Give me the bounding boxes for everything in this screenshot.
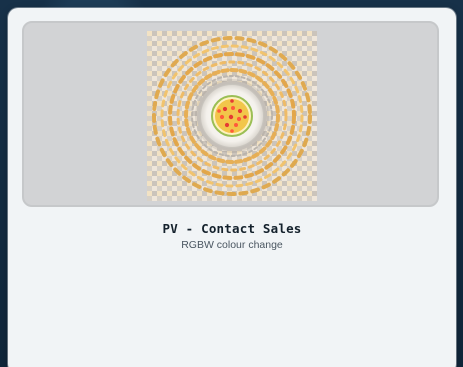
product-card[interactable]: PV - Contact Sales RGBW colour change [8, 8, 456, 367]
product-subtitle: RGBW colour change [181, 239, 283, 251]
product-image-frame[interactable] [22, 21, 439, 207]
product-title[interactable]: PV - Contact Sales [8, 221, 456, 236]
product-image [147, 31, 317, 201]
